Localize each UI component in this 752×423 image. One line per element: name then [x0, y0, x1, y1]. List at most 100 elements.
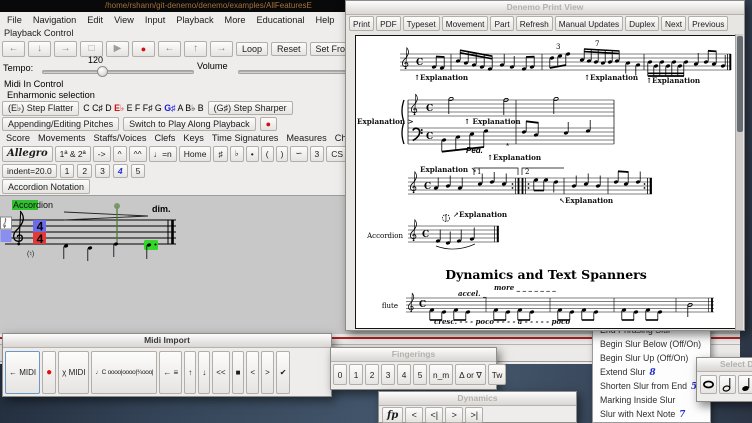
half-note-icon[interactable]: [719, 375, 736, 394]
convert-to-notation-button[interactable]: ♩C oooo|oooo|¾ooo|: [91, 351, 157, 394]
playhead-marker[interactable]: [114, 203, 120, 209]
refresh-button[interactable]: Refresh: [516, 16, 553, 31]
appending-editing-pitches-button[interactable]: Appending/Editing Pitches: [2, 117, 119, 131]
duplex-button[interactable]: Duplex: [625, 16, 659, 31]
quarter-note-icon[interactable]: [738, 375, 752, 394]
seek-start-icon[interactable]: ←: [158, 41, 181, 57]
loop-button[interactable]: Loop: [236, 42, 268, 56]
fp-dynamic-button[interactable]: fp: [382, 407, 403, 423]
louder-button[interactable]: >: [445, 407, 463, 423]
to-staffs-button[interactable]: ← ≡: [159, 351, 182, 394]
delete-midi-button[interactable]: χ MIDI: [58, 351, 89, 394]
step-flatter-button[interactable]: (E♭) Step Flatter: [2, 101, 79, 116]
menu-staffs-voices[interactable]: Staffs/Voices: [94, 133, 147, 143]
print-view-titlebar[interactable]: Denemo Print View: [346, 1, 744, 15]
explanation-label[interactable]: ↑Explanation: [414, 73, 469, 82]
voice-3-button[interactable]: 3: [95, 164, 110, 178]
rewind-icon[interactable]: ←: [2, 41, 25, 57]
voice-1-button[interactable]: 1: [60, 164, 75, 178]
accordion-notation-button[interactable]: Accordion Notation: [2, 179, 90, 194]
menu-keys[interactable]: Keys: [183, 133, 203, 143]
accent-button[interactable]: ^: [113, 146, 127, 162]
menu-item-marking-inside-slur[interactable]: Marking Inside Slur: [593, 393, 710, 407]
menu-playback[interactable]: Playback: [176, 15, 213, 25]
fingerings-titlebar[interactable]: Fingerings: [331, 348, 496, 362]
whole-note-icon[interactable]: [700, 375, 717, 394]
seek-end-icon[interactable]: →: [210, 41, 233, 57]
import-midi-button[interactable]: ← MIDI: [5, 351, 40, 394]
finger-4-button[interactable]: 4: [397, 364, 411, 385]
sharp-button[interactable]: ♯: [213, 146, 227, 162]
turn-ornament-button[interactable]: ∽: [290, 146, 307, 162]
record-icon[interactable]: ●: [132, 41, 155, 57]
finger-1-button[interactable]: 1: [349, 364, 363, 385]
flat-button[interactable]: ♭: [230, 146, 244, 162]
move-down-icon[interactable]: ↓: [28, 41, 51, 57]
volume-slider[interactable]: [238, 70, 348, 74]
reset-button[interactable]: Reset: [271, 42, 307, 56]
down-arrow-icon[interactable]: ↓: [198, 351, 210, 394]
up-arrow-icon[interactable]: ↑: [184, 351, 196, 394]
softer-button[interactable]: <: [405, 407, 423, 423]
explanation-label[interactable]: Explanation >: [357, 117, 414, 126]
menu-help[interactable]: Help: [316, 15, 335, 25]
finger-3-button[interactable]: 3: [381, 364, 395, 385]
dim-end-button[interactable]: >|: [465, 407, 483, 423]
scrollbar-thumb[interactable]: [737, 36, 743, 132]
stop-icon[interactable]: ■: [232, 351, 245, 394]
up-down-bow-button[interactable]: Δ or ∇: [455, 364, 486, 385]
dot-button[interactable]: •: [246, 146, 259, 162]
step-sharper-button[interactable]: (G♯) Step Sharper: [208, 101, 293, 115]
explanation-label[interactable]: Explanation ↘: [420, 165, 477, 174]
accel-text-spanner[interactable]: accel. _: [458, 289, 487, 298]
more-text-spanner[interactable]: more _ _ _ _ _ _ _: [494, 283, 556, 292]
menu-item-begin-slur-up[interactable]: Begin Slur Up (Off/On): [593, 351, 710, 365]
forward-icon[interactable]: →: [54, 41, 77, 57]
previous-icon[interactable]: <: [246, 351, 259, 394]
pdf-button[interactable]: PDF: [376, 16, 401, 31]
explanation-label[interactable]: ↑ Explanation: [464, 117, 521, 126]
record-midi-button[interactable]: ●: [260, 117, 277, 131]
next-icon[interactable]: >: [261, 351, 274, 394]
record-icon[interactable]: ●: [42, 351, 56, 394]
tempo-slider-handle[interactable]: [97, 66, 108, 77]
cresc-text-spanner[interactable]: cresc. - - - poco - - - - a - - - - - po…: [434, 317, 570, 326]
menu-file[interactable]: File: [7, 15, 22, 25]
dynamics-titlebar[interactable]: Dynamics: [379, 392, 576, 406]
menu-item-shorten-slur[interactable]: Shorten Slur from End5: [593, 379, 710, 393]
allegro-button[interactable]: Allegro: [2, 146, 53, 162]
finger-2-button[interactable]: 2: [365, 364, 379, 385]
part-button[interactable]: Part: [490, 16, 513, 31]
menu-more[interactable]: More: [225, 15, 246, 25]
confirm-icon[interactable]: ✔: [276, 351, 291, 394]
menu-view[interactable]: View: [114, 15, 134, 25]
midi-import-titlebar[interactable]: Midi Import: [3, 334, 331, 348]
menu-clefs[interactable]: Clefs: [154, 133, 175, 143]
play-icon[interactable]: ▶: [106, 41, 129, 57]
tempo-slider[interactable]: [42, 70, 194, 74]
finger-0-button[interactable]: 0: [333, 364, 347, 385]
explanation-label[interactable]: ↖Explanation: [559, 196, 614, 205]
explanation-label[interactable]: ↑Explanation: [584, 73, 639, 82]
menu-input[interactable]: Input: [145, 15, 165, 25]
movement-button[interactable]: Movement: [442, 16, 489, 31]
menu-score[interactable]: Score: [6, 133, 30, 143]
explanation-label[interactable]: ↑Explanation: [487, 153, 542, 162]
notes[interactable]: [63, 240, 158, 261]
menu-item-begin-slur-below[interactable]: Begin Slur Below (Off/On): [593, 337, 710, 351]
menu-navigation[interactable]: Navigation: [33, 15, 76, 25]
voice-5-button[interactable]: 5: [131, 164, 146, 178]
select-duration-titlebar[interactable]: Select Dur: [697, 358, 752, 372]
menu-time-signatures[interactable]: Time Signatures: [212, 133, 279, 143]
manual-updates-button[interactable]: Manual Updates: [555, 16, 623, 31]
explanation-label[interactable]: ↑Explanation: [646, 76, 701, 85]
explanation-label[interactable]: ↗Explanation: [453, 210, 508, 219]
close-paren-button[interactable]: ): [276, 146, 289, 162]
metronome-mark-button[interactable]: ♩=n: [149, 146, 177, 162]
typeset-page[interactable]: C 3 7: [355, 35, 736, 329]
menu-measures[interactable]: Measures: [286, 133, 326, 143]
finger-5-button[interactable]: 5: [413, 364, 427, 385]
menu-educational[interactable]: Educational: [256, 15, 304, 25]
arrow-button[interactable]: ->: [93, 146, 111, 162]
voice-2-button[interactable]: 2: [77, 164, 92, 178]
